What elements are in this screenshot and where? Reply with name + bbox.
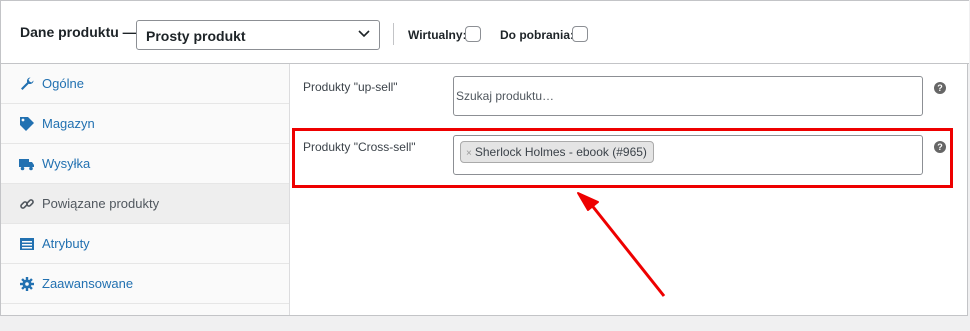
annotation-arrow-icon bbox=[577, 192, 666, 297]
